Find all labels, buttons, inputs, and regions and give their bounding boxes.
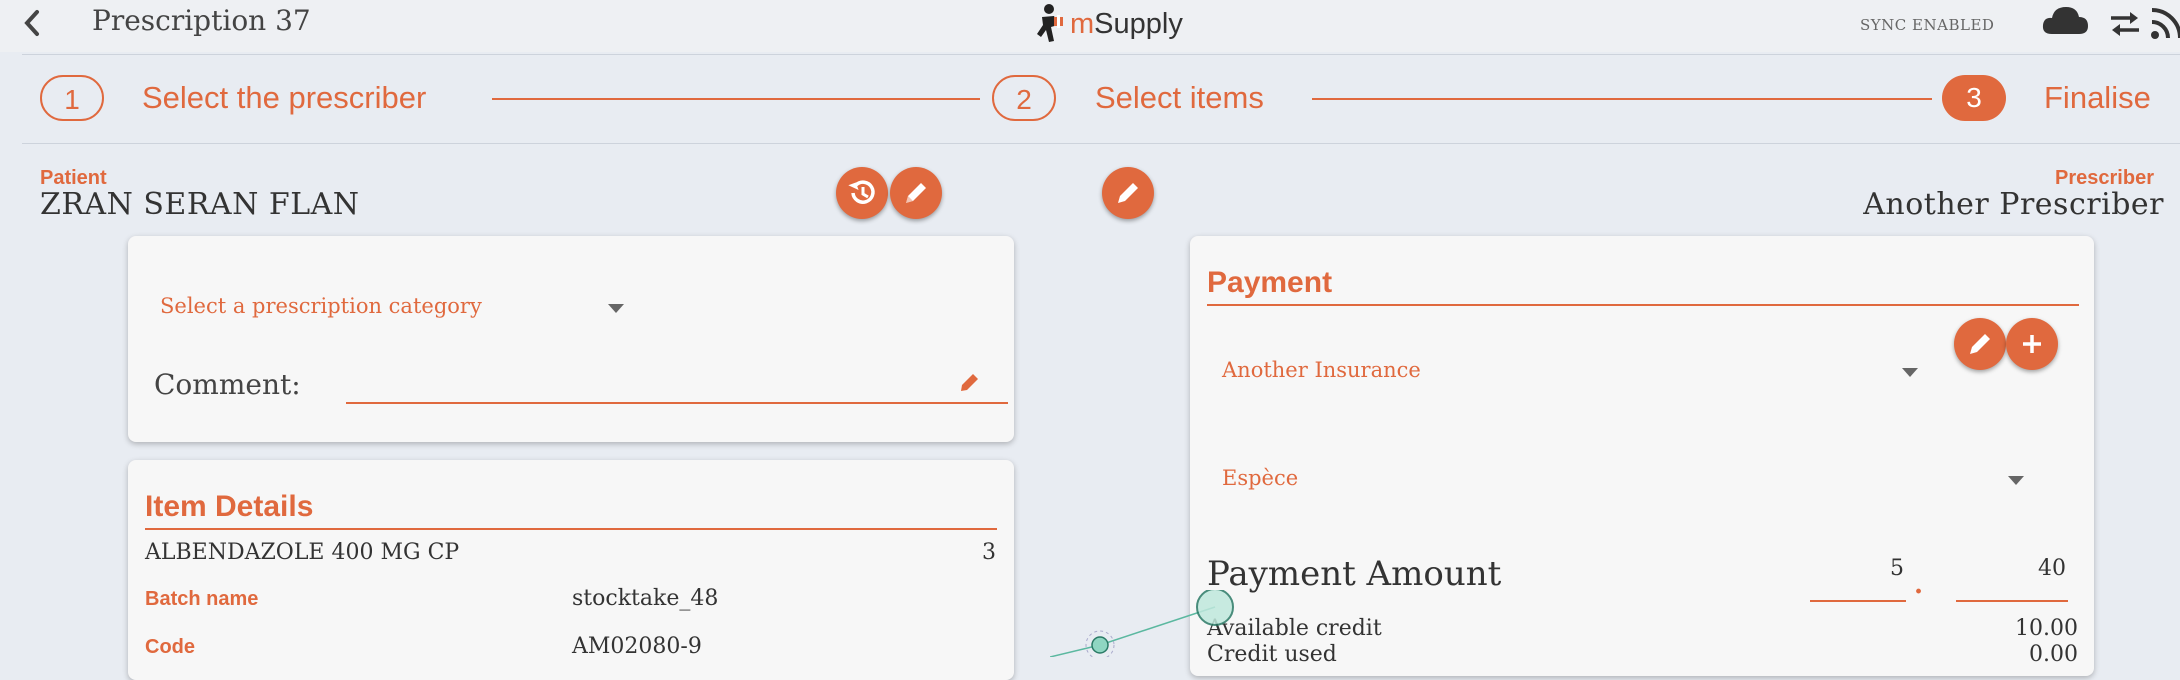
payment-title: Payment — [1207, 266, 1333, 299]
chevron-down-icon[interactable] — [608, 304, 624, 313]
page-title: Prescription 37 — [92, 4, 311, 37]
section-divider — [145, 528, 997, 530]
pencil-icon[interactable] — [958, 370, 982, 398]
step-connector — [1312, 98, 1932, 100]
code-value: AM02080-9 — [572, 634, 702, 659]
payment-type-dropdown[interactable]: Espèce — [1222, 466, 1298, 490]
pencil-icon — [906, 183, 926, 203]
available-credit-value: 10.00 — [2015, 616, 2078, 641]
cloud-icon[interactable] — [2040, 2, 2090, 42]
pencil-icon — [1118, 183, 1138, 203]
connector-dots-overlay — [1050, 590, 1234, 657]
payment-amount-cents-input[interactable]: 40 — [1956, 556, 2066, 581]
brand-initial: m — [1070, 7, 1095, 40]
credit-used-value: 0.00 — [2029, 642, 2078, 667]
comment-underline — [346, 402, 1008, 404]
batch-name-value: stocktake_48 — [572, 586, 719, 611]
comment-input[interactable] — [346, 366, 1006, 400]
sync-status-text: SYNC ENABLED — [1860, 16, 1995, 34]
plus-icon — [2023, 335, 2041, 353]
history-icon — [848, 180, 875, 204]
prescription-category-dropdown[interactable]: Select a prescription category — [160, 294, 482, 318]
amount-cents-underline — [1956, 600, 2068, 602]
msupply-logo: m Supply — [1032, 2, 1183, 46]
edit-insurance-button[interactable] — [1954, 318, 2006, 370]
add-insurance-button[interactable] — [2006, 318, 2058, 370]
payment-card: Payment Another Insurance Espèce Payment… — [1190, 236, 2094, 676]
edit-prescriber-button[interactable] — [1102, 167, 1154, 219]
comment-label: Comment: — [154, 368, 301, 401]
patient-name: ZRAN SERAN FLAN — [40, 187, 360, 222]
prescription-card: Select a prescription category Comment: — [128, 236, 1014, 442]
prescriber-name: Another Prescriber — [1863, 187, 2164, 222]
step-2-label[interactable]: Select items — [1095, 80, 1264, 116]
pencil-icon — [1970, 334, 1990, 354]
section-divider — [1207, 304, 2079, 306]
payment-amount-whole-input[interactable]: 5 — [1810, 556, 1904, 581]
payment-amount-label: Payment Amount — [1207, 554, 1502, 594]
item-details-card: Item Details ALBENDAZOLE 400 MG CP 3 Bat… — [128, 460, 1014, 680]
batch-name-label: Batch name — [145, 588, 259, 610]
item-details-title: Item Details — [145, 490, 314, 523]
brand-name: Supply — [1094, 7, 1183, 40]
insurance-dropdown[interactable]: Another Insurance — [1222, 358, 1421, 382]
swap-arrows-icon[interactable] — [2108, 10, 2142, 42]
step-1-label[interactable]: Select the prescriber — [142, 80, 426, 116]
step-2-number[interactable]: 2 — [992, 75, 1056, 121]
item-name: ALBENDAZOLE 400 MG CP — [145, 540, 460, 565]
item-quantity: 3 — [982, 540, 996, 565]
chevron-down-icon[interactable] — [1902, 368, 1918, 377]
step-connector — [492, 98, 980, 100]
amount-whole-underline — [1810, 600, 1906, 602]
step-3-number[interactable]: 3 — [1942, 75, 2006, 121]
runner-logo-icon — [1037, 4, 1063, 42]
back-arrow-icon[interactable] — [20, 8, 44, 38]
step-3-label[interactable]: Finalise — [2044, 80, 2151, 116]
amount-separator: . — [1914, 570, 1924, 600]
rss-feed-icon[interactable] — [2150, 4, 2180, 44]
edit-patient-button[interactable] — [890, 167, 942, 219]
stepper: 1 Select the prescriber 2 Select items 3… — [22, 54, 2180, 144]
history-button[interactable] — [836, 167, 888, 219]
code-label: Code — [145, 636, 195, 658]
step-1-number[interactable]: 1 — [40, 75, 104, 121]
chevron-down-icon[interactable] — [2008, 476, 2024, 485]
